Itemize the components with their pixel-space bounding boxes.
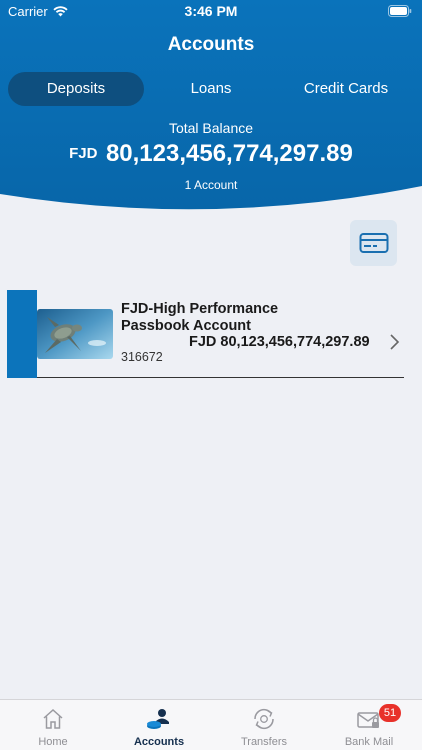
account-count: 1 Account [184, 178, 238, 192]
account-accent-stripe [7, 290, 37, 378]
account-balance: FJD 80,123,456,774,297.89 [189, 334, 370, 350]
tab-loans[interactable]: Loans [144, 72, 278, 106]
account-row[interactable]: FJD-High Performance Passbook Account FJ… [7, 290, 404, 378]
bottom-tab-bar: Home Accounts Transfers 51 Bank Mail [0, 699, 422, 750]
account-thumbnail [37, 309, 113, 359]
accounts-icon [147, 709, 169, 729]
mail-unread-badge: 51 [379, 704, 401, 722]
account-name: FJD-High Performance Passbook Account [121, 301, 279, 334]
balance-currency: FJD [69, 145, 98, 162]
total-balance: FJD 80,123,456,774,297.89 [0, 140, 422, 168]
tabbar-home-label: Home [38, 736, 68, 748]
tabbar-transfers-label: Transfers [240, 736, 288, 748]
tabbar-accounts[interactable]: Accounts [106, 700, 212, 750]
mail-icon [357, 712, 379, 728]
account-type-tabs: Deposits Loans Credit Cards [8, 72, 414, 106]
credit-card-icon [359, 233, 388, 253]
tabbar-transfers[interactable]: Transfers [211, 700, 317, 750]
tabbar-accounts-label: Accounts [133, 736, 185, 748]
account-number: 316672 [121, 350, 163, 364]
chevron-right-icon [390, 334, 400, 350]
tab-deposits[interactable]: Deposits [8, 72, 144, 106]
status-bar: Carrier 3:46 PM [0, 0, 422, 24]
sea-turtle-image [37, 309, 113, 359]
battery-icon [388, 5, 412, 17]
card-view-button[interactable] [350, 220, 397, 266]
tabbar-home[interactable]: Home [0, 700, 106, 750]
tab-credit-cards[interactable]: Credit Cards [278, 72, 414, 106]
balance-amount: 80,123,456,774,297.89 [105, 140, 353, 167]
status-time: 3:46 PM [184, 3, 238, 19]
home-icon [43, 708, 63, 729]
transfers-icon [254, 708, 274, 730]
total-balance-label: Total Balance [168, 120, 254, 136]
row-divider [37, 377, 404, 378]
tabbar-bank-mail[interactable]: 51 Bank Mail [316, 700, 422, 750]
tabbar-bank-mail-label: Bank Mail [344, 736, 394, 748]
page-title: Accounts [167, 34, 255, 55]
accounts-header: Carrier 3:46 PM Accounts Deposits Loans … [0, 0, 422, 215]
